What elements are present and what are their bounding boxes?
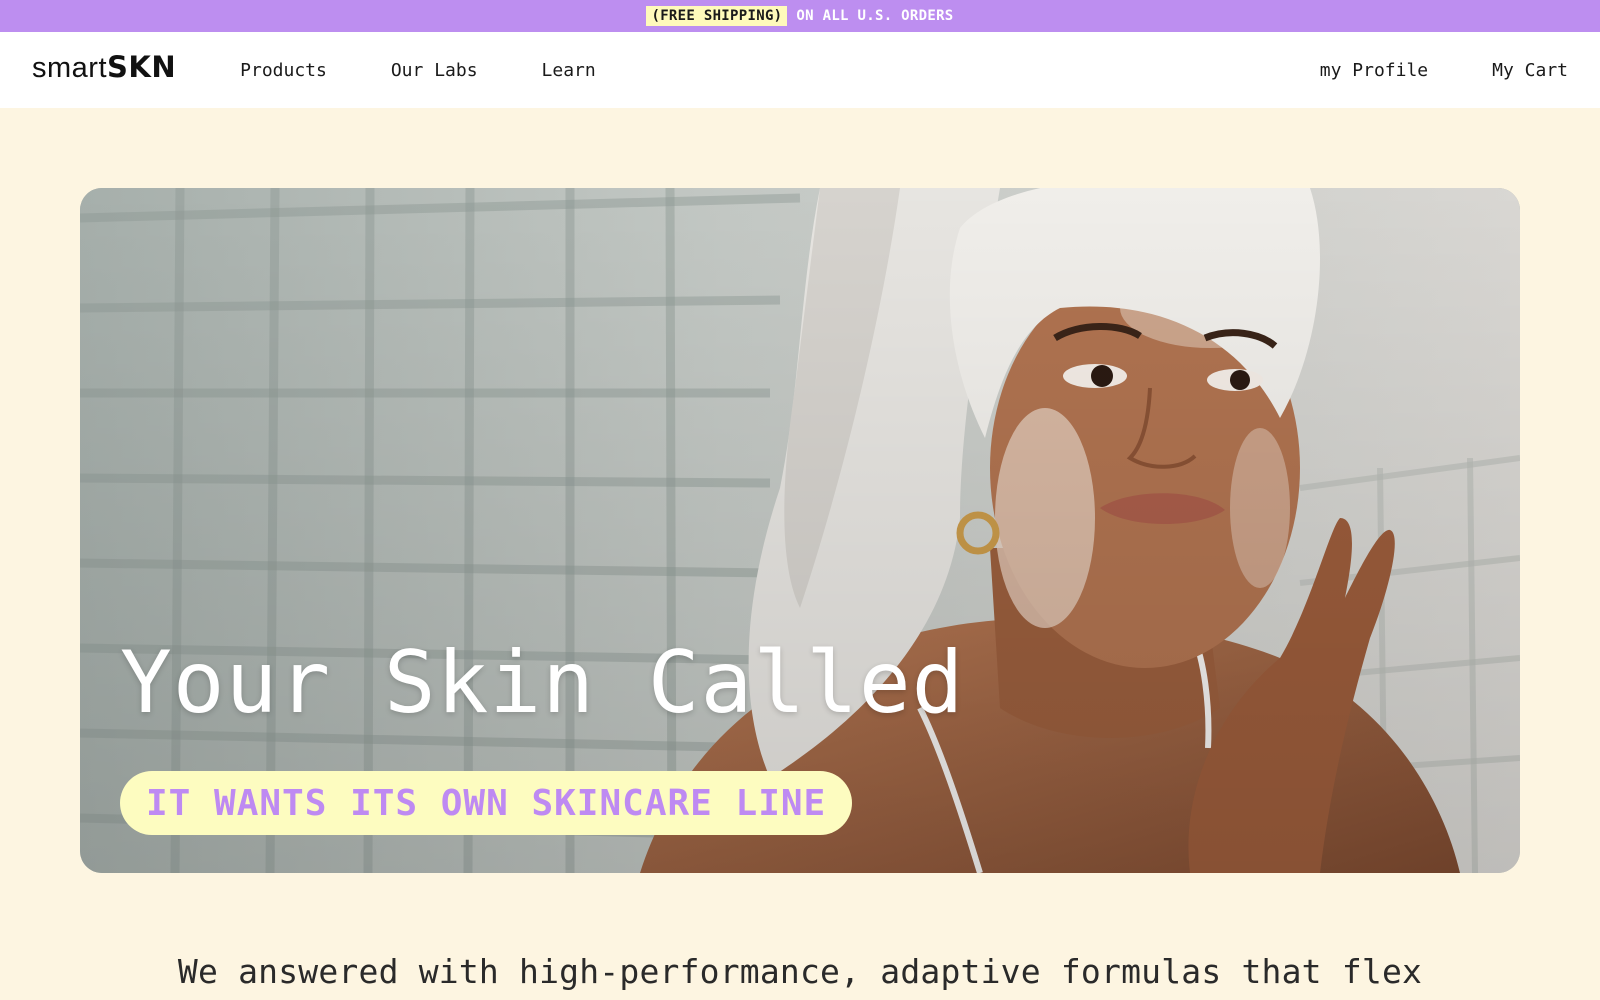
nav-our-labs[interactable]: Our Labs	[391, 60, 478, 81]
logo-bold-text: SKN	[107, 50, 177, 84]
logo[interactable]: smart SKN	[32, 53, 176, 83]
logo-light-text: smart	[32, 52, 107, 84]
hero-tagline-pill: IT WANTS ITS OWN SKINCARE LINE	[120, 771, 853, 835]
my-cart-link[interactable]: My Cart	[1492, 60, 1568, 81]
promo-text: ON ALL U.S. ORDERS	[796, 8, 954, 24]
account-nav: my Profile My Cart	[1320, 60, 1568, 81]
intro-text: We answered with high-performance, adapt…	[177, 952, 1423, 991]
hero-banner: Your Skin Called IT WANTS ITS OWN SKINCA…	[80, 188, 1520, 873]
main-nav: Products Our Labs Learn	[240, 60, 596, 81]
hero-headline: Your Skin Called	[120, 633, 965, 733]
nav-learn[interactable]: Learn	[542, 60, 596, 81]
nav-products[interactable]: Products	[240, 60, 327, 81]
my-profile-link[interactable]: my Profile	[1320, 60, 1428, 81]
site-header: smart SKN Products Our Labs Learn my Prof…	[0, 32, 1600, 108]
promo-highlight: (FREE SHIPPING)	[646, 6, 788, 26]
promo-bar: (FREE SHIPPING) ON ALL U.S. ORDERS	[0, 0, 1600, 32]
